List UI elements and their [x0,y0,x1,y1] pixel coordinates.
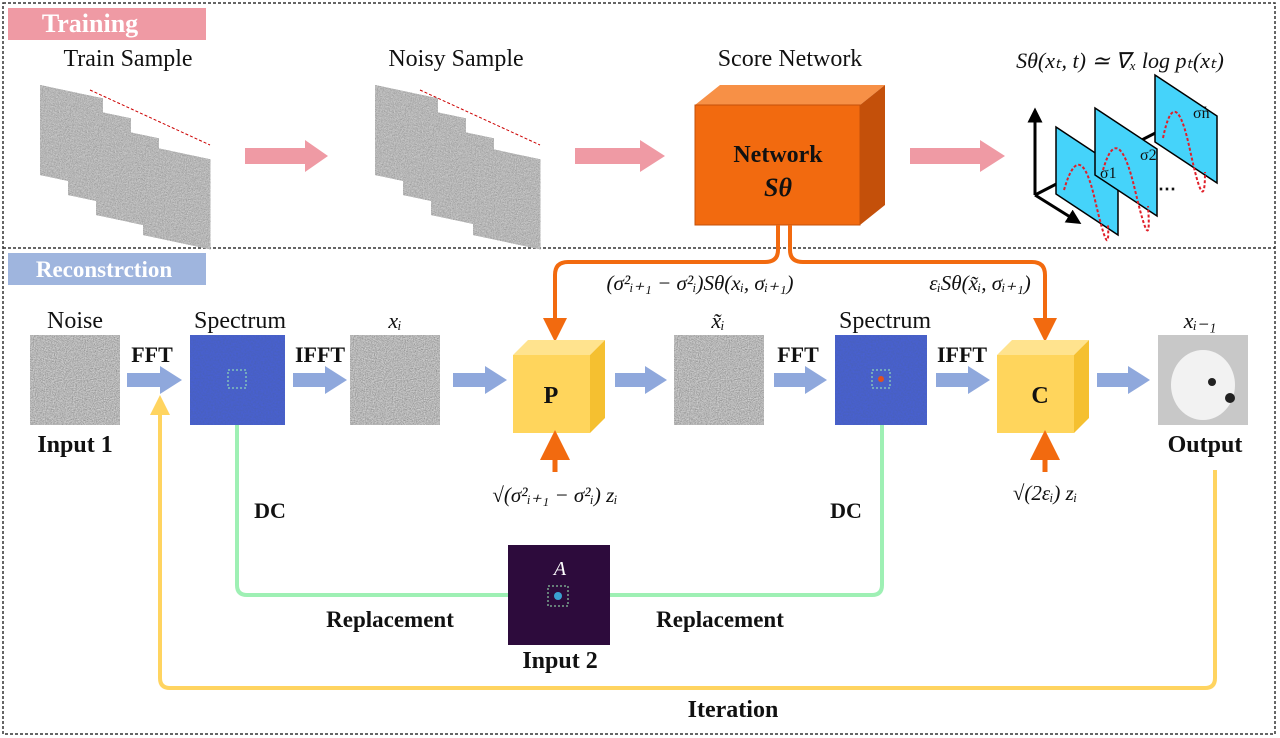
p-formula: (σ²ᵢ₊₁ − σ²ᵢ)Sθ(xᵢ, σᵢ₊₁) [606,271,793,295]
score-formula: Sθ(xₜ, t) ≃ ∇ₓ log pₜ(xₜ) [1016,48,1224,73]
dc-label-1: DC [254,498,286,523]
flow-arrow [774,366,827,394]
svg-text:σn: σn [1193,105,1210,122]
svg-text:σ2: σ2 [1140,147,1157,164]
c-formula: εᵢSθ(x̃ᵢ, σᵢ₊₁) [929,271,1031,295]
noisy-sample-stack [375,85,541,249]
fft-label-2: FFT [777,342,819,367]
output-image [1158,335,1248,425]
flow-arrow [936,366,990,394]
x-tilde-image [674,335,764,425]
flow-arrow [293,366,347,394]
ifft-label-2: IFFT [937,342,987,367]
noisy-sample-label: Noisy Sample [388,46,523,72]
svg-text:P: P [544,383,559,409]
svg-text:⋯: ⋯ [1158,179,1176,199]
fft-label-1: FFT [131,342,173,367]
diagram-canvas: Training Reconstrction Train Sample Nois… [2,2,1276,735]
noise-image [30,335,120,425]
xi-label: xᵢ [387,308,401,333]
flow-arrow [1097,366,1150,394]
spectrum-label-2: Spectrum [839,308,931,334]
iteration-loop [150,395,1217,690]
input1-label: Input 1 [37,432,112,458]
noise-level-planes: σ1 σ2 σn ⋯ [1027,73,1218,241]
flow-arrow [453,366,507,394]
score-network-label: Score Network [718,46,863,72]
c-box: C [997,340,1089,433]
spectrum-label-1: Spectrum [194,308,286,334]
reconstruction-section-label: Reconstrction [8,253,206,285]
svg-text:Sθ: Sθ [764,173,792,202]
noise-label: Noise [47,308,103,334]
spectrum-image-1 [190,335,285,425]
training-arrow-1 [245,140,328,172]
training-section-label: Training [8,8,206,40]
x-prev-label: xᵢ₋₁ [1183,308,1217,333]
input2-image: A [508,545,610,645]
output-label: Output [1168,432,1243,458]
input2-label: Input 2 [522,648,597,674]
flow-arrow [615,366,667,394]
svg-text:Training: Training [42,9,138,38]
training-arrow-3 [910,140,1005,172]
dc-label-2: DC [830,498,862,523]
spectrum-image-2 [835,335,927,425]
svg-text:Reconstrction: Reconstrction [36,257,172,282]
flow-arrow [127,366,182,394]
network-box: Network Sθ [694,85,885,226]
training-arrow-2 [575,140,665,172]
c-noise-formula: √(2εᵢ) zᵢ [1013,481,1077,505]
xi-image [350,335,440,425]
p-noise-formula: √(σ²ᵢ₊₁ − σ²ᵢ) zᵢ [492,483,617,507]
p-box: P [513,340,605,433]
diagram: Training Reconstrction Train Sample Nois… [0,0,1280,738]
replacement-label-1: Replacement [326,607,454,632]
x-tilde-label: x̃ᵢ [710,308,724,333]
ifft-label-1: IFFT [295,342,345,367]
iteration-label: Iteration [688,697,779,723]
train-sample-stack [40,85,211,249]
svg-text:Network: Network [733,142,823,168]
train-sample-label: Train Sample [63,46,192,72]
replacement-label-2: Replacement [656,607,784,632]
svg-text:σ1: σ1 [1100,165,1117,182]
mask-label: A [552,558,567,580]
svg-text:C: C [1031,383,1048,409]
